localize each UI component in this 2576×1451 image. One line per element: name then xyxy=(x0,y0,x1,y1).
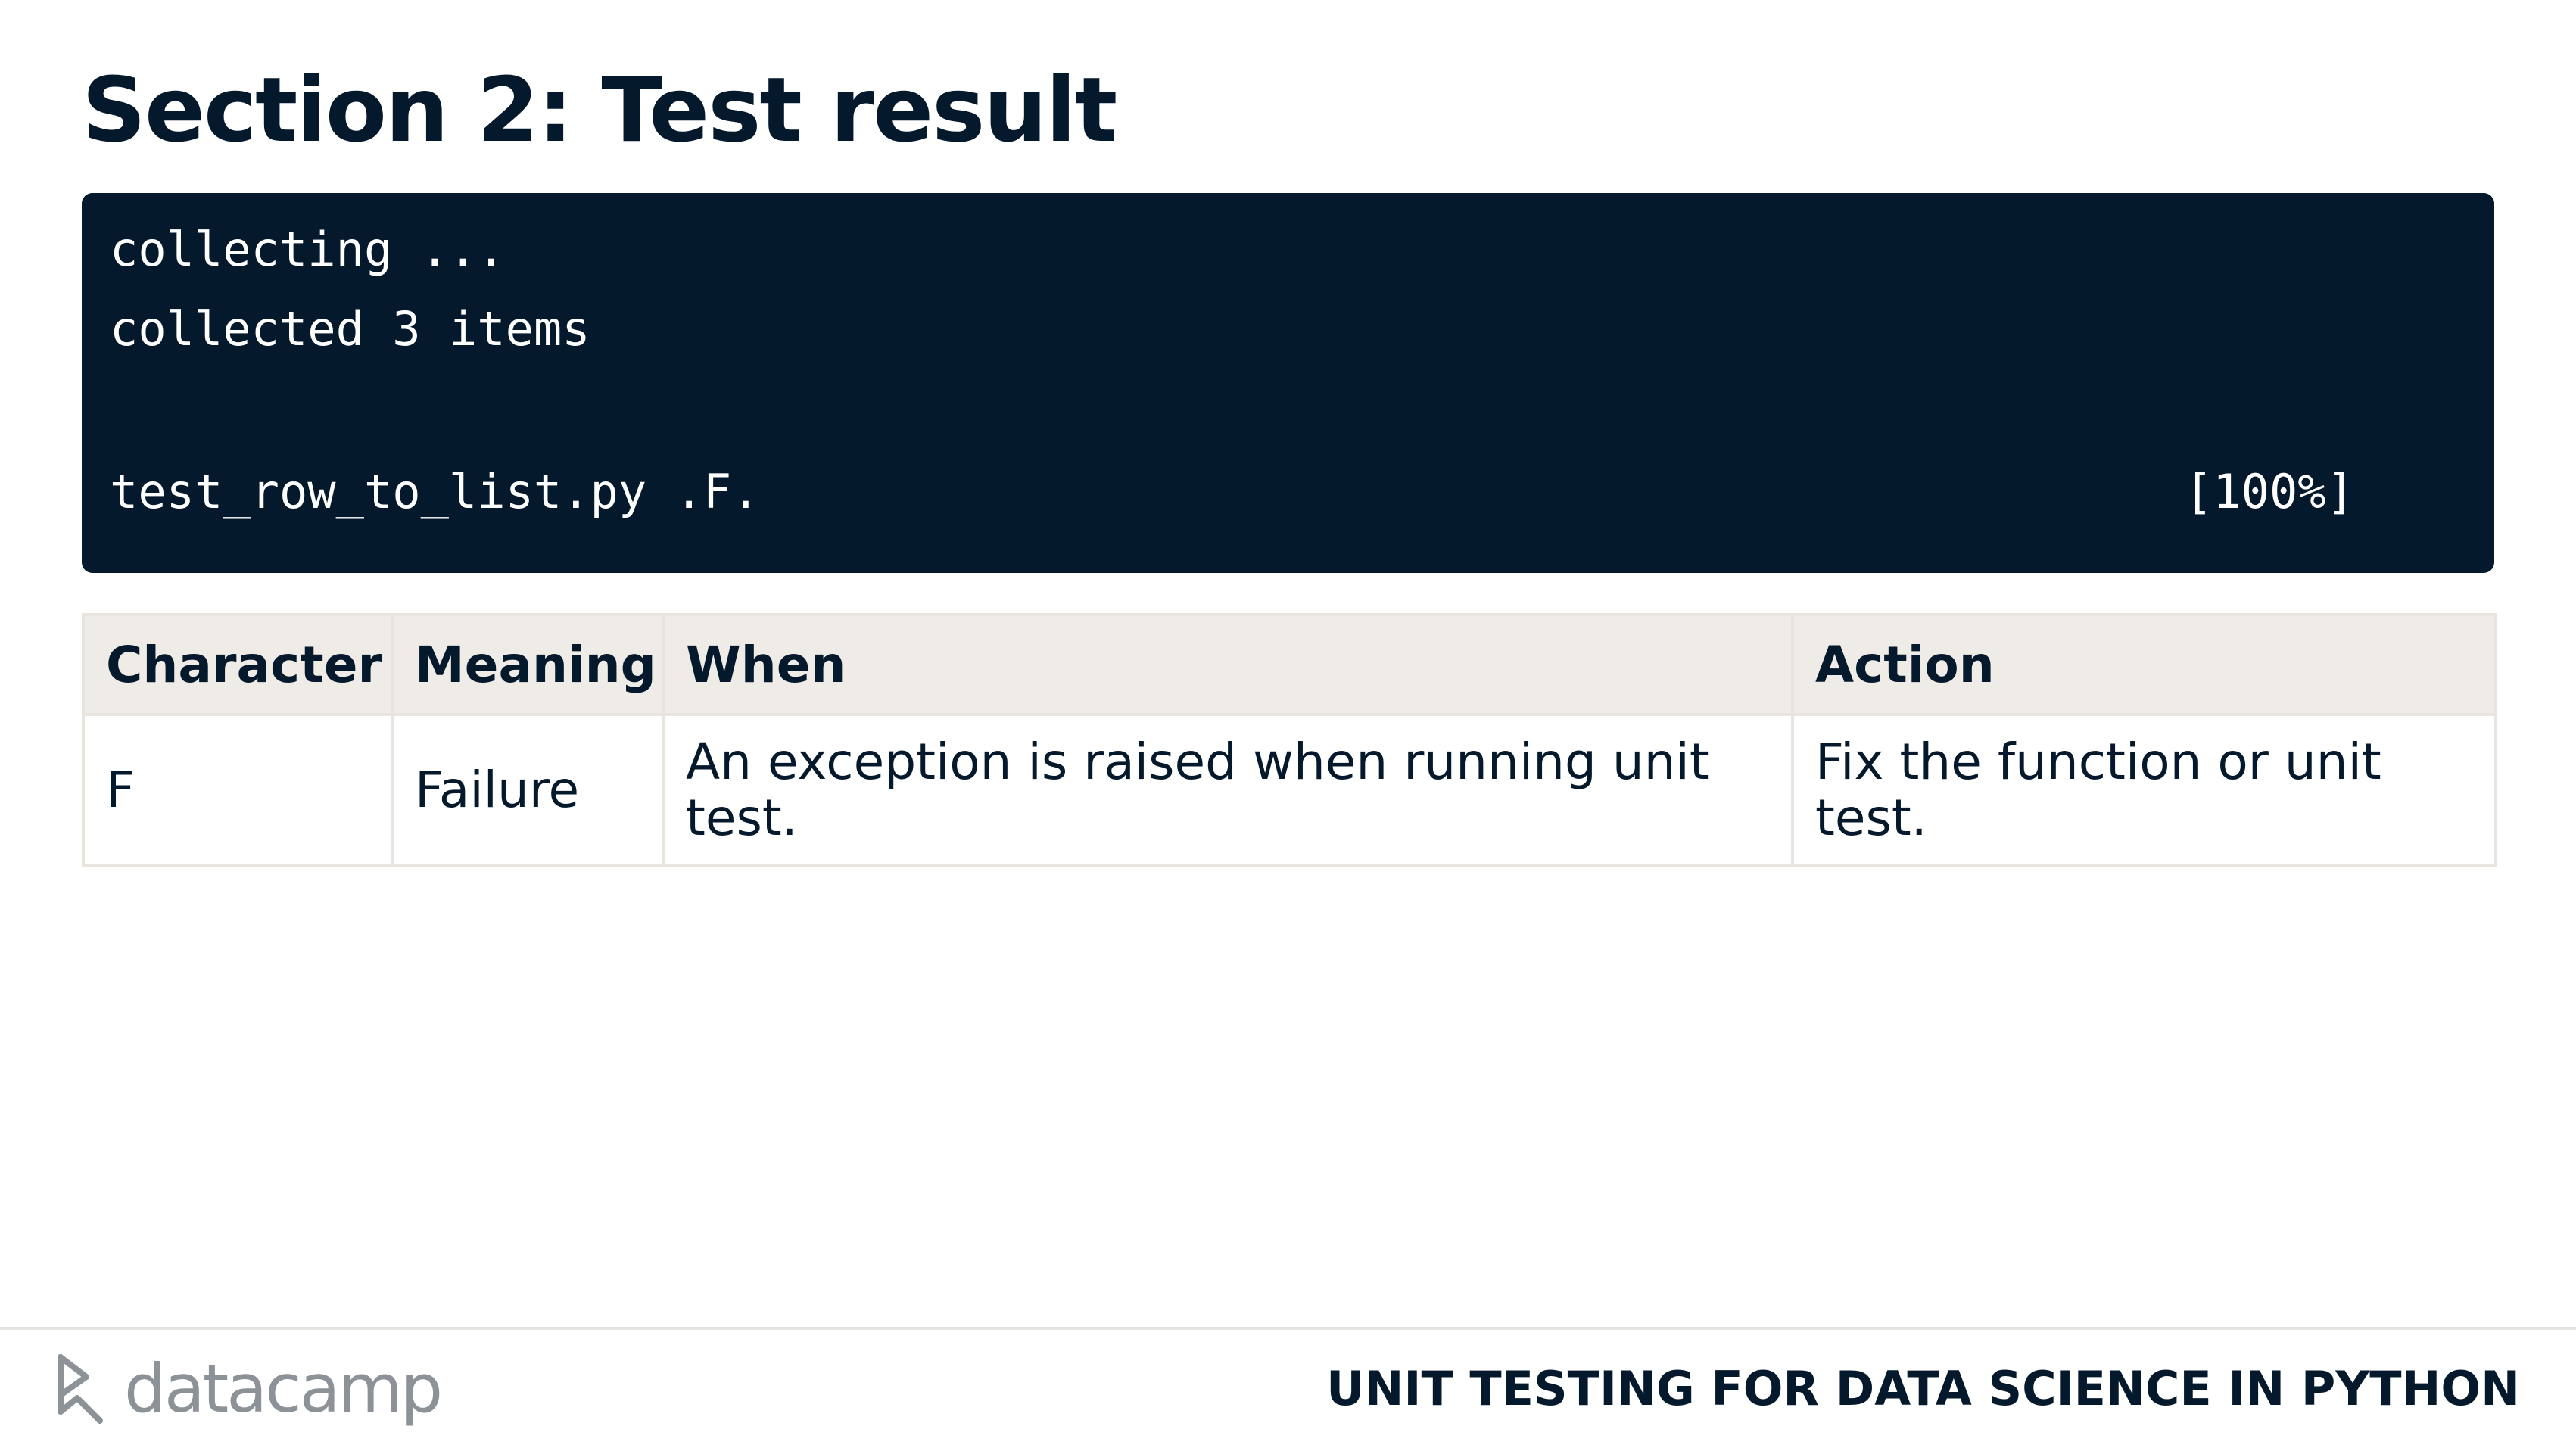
cell-meaning: Failure xyxy=(391,713,665,867)
datacamp-logo: datacamp xyxy=(53,1350,443,1428)
terminal-result-line: test_row_to_list.py .F. xyxy=(110,464,760,519)
table-row: F Failure An exception is raised when ru… xyxy=(82,713,2497,867)
terminal-line: collecting ... xyxy=(110,222,506,277)
header-character: Character xyxy=(82,613,394,716)
cell-character: F xyxy=(82,713,394,867)
logo-wordmark: datacamp xyxy=(124,1350,443,1428)
header-when: When xyxy=(662,613,1794,716)
cell-action: Fix the function or unit test. xyxy=(1791,713,2497,867)
terminal-line: collected 3 items xyxy=(110,301,590,357)
terminal-output: collecting ... collected 3 items test_ro… xyxy=(82,193,2494,573)
header-action: Action xyxy=(1791,613,2497,716)
header-meaning: Meaning xyxy=(391,613,665,716)
cell-when: An exception is raised when running unit… xyxy=(662,713,1794,867)
course-title: UNIT TESTING FOR DATA SCIENCE IN PYTHON xyxy=(1326,1361,2520,1416)
table-header-row: Character Meaning When Action xyxy=(82,613,2497,716)
slide-title: Section 2: Test result xyxy=(82,58,1117,162)
datacamp-logo-icon xyxy=(58,1354,103,1424)
result-legend-table: Character Meaning When Action F Failure … xyxy=(82,613,2497,867)
footer-divider xyxy=(0,1327,2576,1330)
terminal-progress: [100%] xyxy=(2185,464,2354,519)
